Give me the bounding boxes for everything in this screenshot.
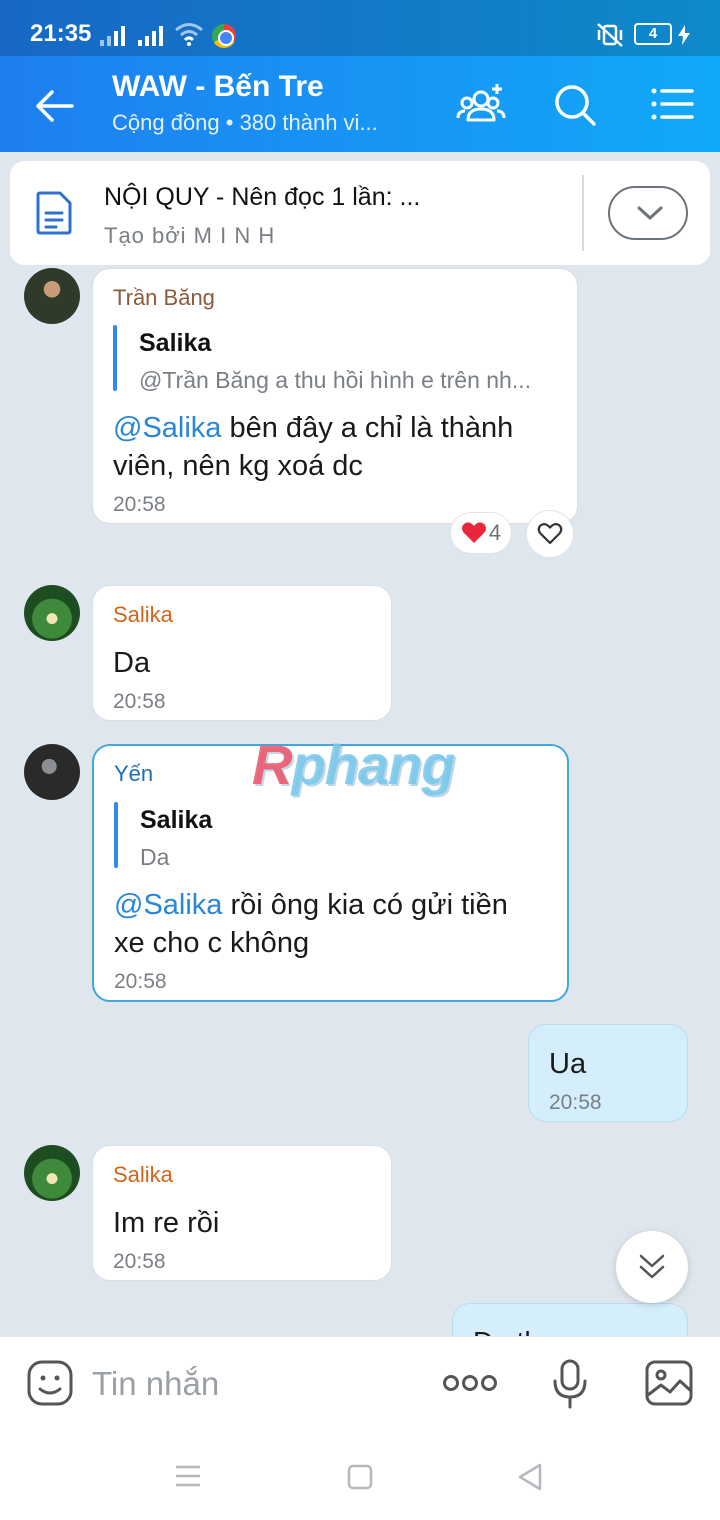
sticker-emoji-icon[interactable] (26, 1359, 74, 1407)
scroll-to-bottom-button[interactable] (616, 1231, 688, 1303)
status-bar: 21:35 4 (0, 0, 720, 56)
message-time: 20:58 (549, 1091, 602, 1114)
message-time: 20:58 (113, 690, 166, 713)
search-icon[interactable] (550, 80, 600, 130)
signal-icon (100, 24, 125, 46)
sender-name: Yến (114, 761, 154, 786)
message-text: Da (113, 647, 151, 679)
sender-name: Salika (113, 602, 173, 627)
message-time: 20:58 (114, 970, 167, 993)
double-chevron-down-icon (639, 1254, 665, 1279)
react-button[interactable] (526, 510, 574, 558)
microphone-icon[interactable] (552, 1359, 588, 1409)
quote-sender: Salika (140, 806, 213, 834)
status-time: 21:35 (30, 20, 92, 47)
avatar[interactable] (24, 1145, 80, 1201)
sender-name: Trần Băng (113, 285, 215, 310)
reaction-badge[interactable]: 4 (450, 512, 512, 554)
menu-list-icon[interactable] (648, 80, 698, 130)
message-text: @Salika rồi ông kia có gửi tiền xe cho c… (114, 889, 508, 959)
sender-name: Salika (113, 1162, 173, 1187)
pinned-author: Tạo bởi M I N H (104, 223, 276, 248)
more-options-icon[interactable] (442, 1373, 498, 1393)
quote-bar (114, 802, 118, 868)
avatar[interactable] (24, 585, 80, 641)
avatar[interactable] (24, 268, 80, 324)
system-nav-bar (0, 1432, 720, 1520)
mute-vibrate-icon (597, 23, 623, 47)
home-icon[interactable] (347, 1464, 373, 1490)
message-time: 20:58 (113, 493, 166, 516)
header-bar: 21:35 4 WAW - Bến Tre Cộng đồng • 380 th… (0, 0, 720, 152)
avatar[interactable] (24, 744, 80, 800)
message-bubble[interactable]: Trần Băng Salika @Trần Băng a thu hồi hì… (92, 268, 578, 524)
recent-apps-icon[interactable] (174, 1464, 202, 1488)
watermark: Rphang (252, 733, 455, 796)
message-text: @Salika bên đây a chỉ là thành viên, nên… (113, 412, 514, 482)
pinned-expand-button[interactable] (608, 186, 688, 240)
pinned-note[interactable]: NỘI QUY - Nên đọc 1 lần: ... Tạo bởi M I… (10, 161, 710, 265)
pinned-title: NỘI QUY - Nên đọc 1 lần: ... (104, 183, 421, 211)
message-text: Im re rồi (113, 1207, 220, 1239)
pinned-divider (582, 175, 584, 251)
back-arrow-icon[interactable] (30, 82, 78, 130)
reaction-count: 4 (488, 520, 502, 545)
quote-text: Da (140, 844, 170, 870)
message-bubble[interactable]: Salika Im re rồi 20:58 (92, 1145, 392, 1281)
document-icon (36, 191, 72, 235)
charging-icon (678, 25, 690, 45)
heart-filled-icon (461, 522, 486, 543)
back-nav-icon[interactable] (516, 1462, 544, 1492)
quote-bar (113, 325, 117, 391)
quote-sender: Salika (139, 329, 212, 357)
group-title[interactable]: WAW - Bến Tre (112, 70, 324, 104)
add-member-icon[interactable] (456, 80, 506, 130)
chevron-down-icon (637, 206, 663, 220)
message-time: 20:58 (113, 1250, 166, 1273)
chrome-icon (212, 24, 236, 48)
message-input-bar: Tin nhắn (0, 1336, 720, 1432)
own-message-bubble[interactable]: Ua 20:58 (528, 1024, 688, 1122)
group-subtitle[interactable]: Cộng đồng • 380 thành vi... (112, 110, 378, 136)
battery-icon: 4 (634, 23, 672, 45)
signal-icon-2 (138, 24, 163, 46)
mention[interactable]: @Salika (114, 889, 222, 921)
image-gallery-icon[interactable] (644, 1359, 694, 1407)
message-bubble[interactable]: Salika Da 20:58 (92, 585, 392, 721)
heart-outline-icon (537, 523, 563, 545)
message-input[interactable]: Tin nhắn (92, 1365, 219, 1403)
message-text: Ua (549, 1048, 587, 1080)
quote-text: @Trần Băng a thu hồi hình e trên nh... (139, 367, 532, 393)
mention[interactable]: @Salika (113, 412, 221, 444)
wifi-icon (175, 23, 203, 46)
